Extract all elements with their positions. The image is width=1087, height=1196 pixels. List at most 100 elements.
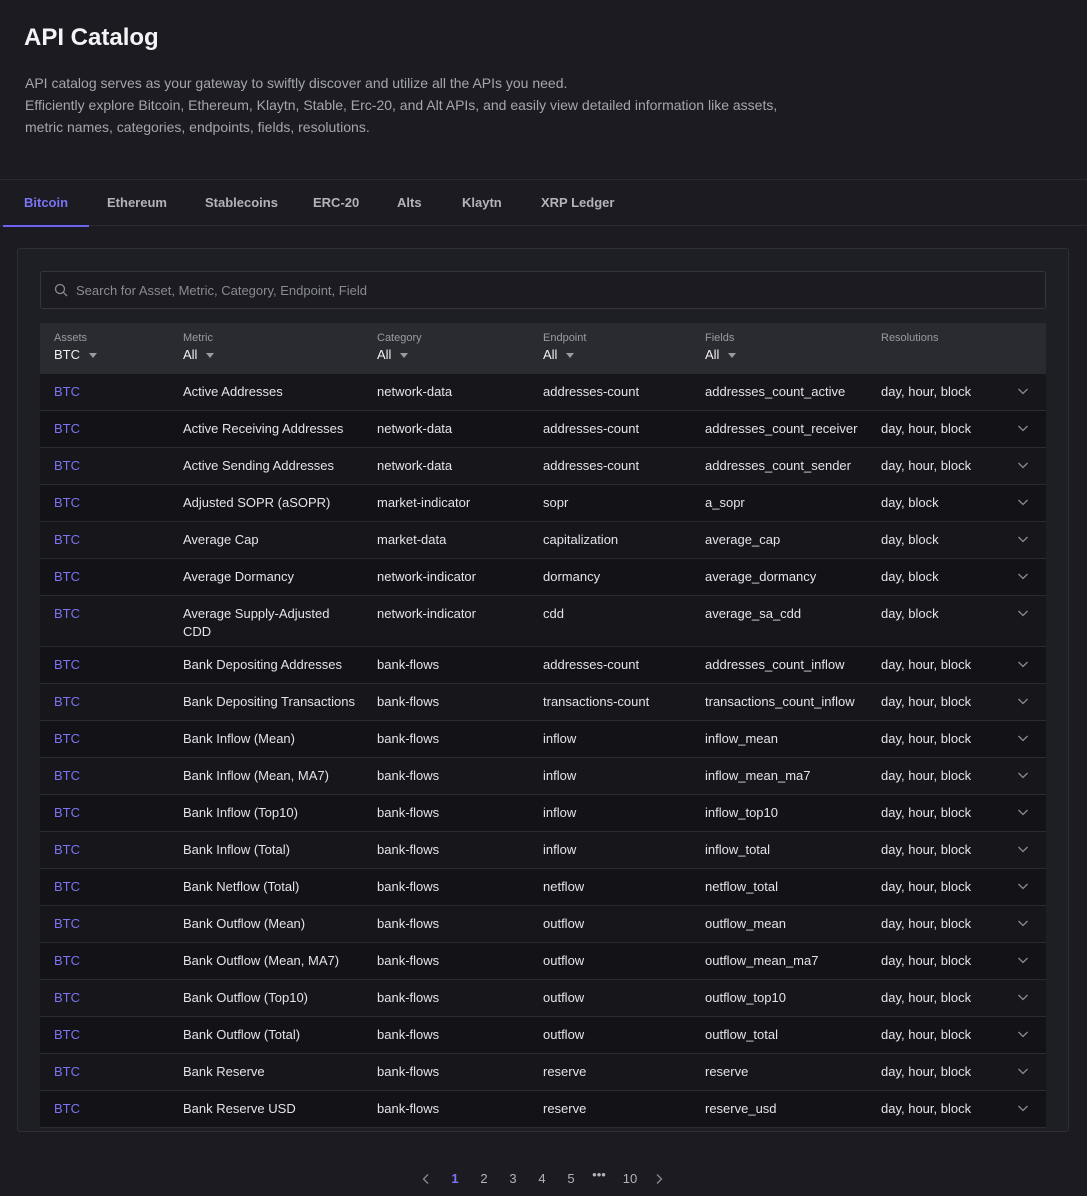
page-header: API Catalog API catalog serves as your g… (0, 0, 1087, 179)
chevron-down-icon[interactable] (1017, 496, 1029, 508)
page-button[interactable]: 4 (532, 1167, 552, 1191)
chevron-down-icon[interactable] (1017, 732, 1029, 744)
table-row[interactable]: BTC Bank Reserve bank-flows reserve reserve d… (40, 1054, 1046, 1091)
asset-cell[interactable]: BTC (54, 730, 80, 748)
table-row[interactable]: BTC Adjusted SOPR (aSOPR) market-indicator… (40, 485, 1046, 522)
asset-cell[interactable]: BTC (54, 531, 80, 549)
table-row[interactable]: BTC Bank Inflow (Total) bank-flows inflow in… (40, 832, 1046, 869)
chevron-left-icon[interactable] (420, 1173, 432, 1185)
asset-cell[interactable]: BTC (54, 1100, 80, 1118)
tab-xrp-ledger[interactable]: XRP Ledger (541, 180, 614, 226)
chevron-down-icon[interactable] (1017, 1102, 1029, 1114)
search-box[interactable] (40, 271, 1046, 309)
tab-erc20[interactable]: ERC-20 (313, 180, 359, 226)
chevron-down-icon[interactable] (1017, 422, 1029, 434)
category-cell: market-indicator (377, 495, 471, 510)
chevron-down-icon[interactable] (1017, 1065, 1029, 1077)
metric-filter[interactable]: All (183, 347, 358, 362)
table-row[interactable]: BTC Average Cap market-data capitalization a… (40, 522, 1046, 559)
table-row[interactable]: BTC Average Dormancy network-indicator dorm… (40, 559, 1046, 596)
asset-cell[interactable]: BTC (54, 1063, 80, 1081)
asset-cell[interactable]: BTC (54, 568, 80, 586)
table-row[interactable]: BTC Bank Outflow (Total) bank-flows outflow… (40, 1017, 1046, 1054)
table-header: Assets BTC Metric All Category All Endpo… (40, 323, 1046, 374)
resolution-cell: day, hour, block (881, 768, 972, 783)
resolution-cell: day, hour, block (881, 842, 972, 857)
page-button[interactable]: 3 (503, 1167, 523, 1191)
resolution-cell: day, hour, block (881, 916, 972, 931)
asset-cell[interactable]: BTC (54, 952, 80, 970)
table-row[interactable]: BTC Bank Outflow (Mean, MA7) bank-flows out… (40, 943, 1046, 980)
metric-cell: Bank Reserve USD (183, 1101, 296, 1116)
chevron-down-icon[interactable] (1017, 695, 1029, 707)
asset-cell[interactable]: BTC (54, 841, 80, 859)
chevron-down-icon[interactable] (1017, 806, 1029, 818)
category-filter[interactable]: All (377, 347, 422, 362)
metric-cell: Bank Reserve (183, 1064, 265, 1079)
endpoint-cell: addresses-count (543, 421, 640, 436)
fields-filter[interactable]: All (705, 347, 737, 362)
category-cell: bank-flows (377, 916, 440, 931)
page-ellipsis[interactable]: ••• (589, 1163, 609, 1187)
chevron-down-icon[interactable] (1017, 1028, 1029, 1040)
asset-cell[interactable]: BTC (54, 383, 80, 401)
column-label: Assets (54, 332, 88, 344)
chevron-down-icon[interactable] (1017, 607, 1029, 619)
assets-filter[interactable]: BTC (54, 347, 97, 362)
asset-cell[interactable]: BTC (54, 693, 80, 711)
table-row[interactable]: BTC Active Receiving Addresses network-dat… (40, 411, 1046, 448)
chevron-down-icon[interactable] (1017, 459, 1029, 471)
asset-cell[interactable]: BTC (54, 804, 80, 822)
page-button[interactable]: 10 (620, 1167, 640, 1191)
search-icon (54, 283, 68, 297)
chevron-down-icon[interactable] (1017, 385, 1029, 397)
asset-cell[interactable]: BTC (54, 915, 80, 933)
tab-ethereum[interactable]: Ethereum (107, 180, 167, 226)
asset-cell[interactable]: BTC (54, 656, 80, 674)
tab-alts[interactable]: Alts (397, 180, 422, 226)
chevron-down-icon[interactable] (1017, 570, 1029, 582)
chevron-down-icon[interactable] (1017, 917, 1029, 929)
table-row[interactable]: BTC Bank Outflow (Mean) bank-flows outflow o… (40, 906, 1046, 943)
chevron-down-icon[interactable] (1017, 658, 1029, 670)
tab-klaytn[interactable]: Klaytn (462, 180, 502, 226)
table-row[interactable]: BTC Active Addresses network-data addresses… (40, 374, 1046, 411)
asset-cell[interactable]: BTC (54, 1026, 80, 1044)
chevron-down-icon[interactable] (1017, 880, 1029, 892)
tab-stablecoins[interactable]: Stablecoins (205, 180, 278, 226)
asset-cell[interactable]: BTC (54, 605, 80, 623)
asset-cell[interactable]: BTC (54, 457, 80, 475)
page-button[interactable]: 1 (445, 1167, 465, 1191)
asset-cell[interactable]: BTC (54, 420, 80, 438)
asset-cell[interactable]: BTC (54, 767, 80, 785)
table-row[interactable]: BTC Bank Reserve USD bank-flows reserve rese… (40, 1091, 1046, 1128)
table-row[interactable]: BTC Average Supply-Adjusted CDD network-in… (40, 596, 1046, 647)
asset-cell[interactable]: BTC (54, 989, 80, 1007)
endpoint-cell: inflow (543, 768, 577, 783)
table-row[interactable]: BTC Active Sending Addresses network-data a… (40, 448, 1046, 485)
table-row[interactable]: BTC Bank Inflow (Top10) bank-flows inflow in… (40, 795, 1046, 832)
asset-cell[interactable]: BTC (54, 494, 80, 512)
endpoint-filter[interactable]: All (543, 347, 586, 362)
tab-bitcoin[interactable]: Bitcoin (2, 180, 90, 227)
catalog-panel: Assets BTC Metric All Category All Endpo… (17, 248, 1069, 1132)
page-button[interactable]: 5 (561, 1167, 581, 1191)
chevron-down-icon[interactable] (1017, 533, 1029, 545)
table-row[interactable]: BTC Bank Outflow (Top10) bank-flows outflow… (40, 980, 1046, 1017)
table-row[interactable]: BTC Bank Depositing Addresses bank-flows ad… (40, 647, 1046, 684)
table-row[interactable]: BTC Bank Inflow (Mean, MA7) bank-flows infl… (40, 758, 1046, 795)
chevron-down-icon[interactable] (1017, 954, 1029, 966)
page-button[interactable]: 2 (474, 1167, 494, 1191)
chevron-down-icon[interactable] (1017, 769, 1029, 781)
table-row[interactable]: BTC Bank Depositing Transactions bank-flow… (40, 684, 1046, 721)
chevron-right-icon[interactable] (653, 1173, 665, 1185)
chevron-down-icon[interactable] (1017, 991, 1029, 1003)
asset-cell[interactable]: BTC (54, 878, 80, 896)
column-assets: Assets BTC (54, 332, 97, 362)
search-input[interactable] (76, 272, 1026, 308)
chevron-down-icon[interactable] (1017, 843, 1029, 855)
field-cell: addresses_count_sender (705, 458, 851, 473)
table-row[interactable]: BTC Bank Inflow (Mean) bank-flows inflow inf… (40, 721, 1046, 758)
description-line: Efficiently explore Bitcoin, Ethereum, K… (25, 97, 778, 113)
table-row[interactable]: BTC Bank Netflow (Total) bank-flows netflow… (40, 869, 1046, 906)
